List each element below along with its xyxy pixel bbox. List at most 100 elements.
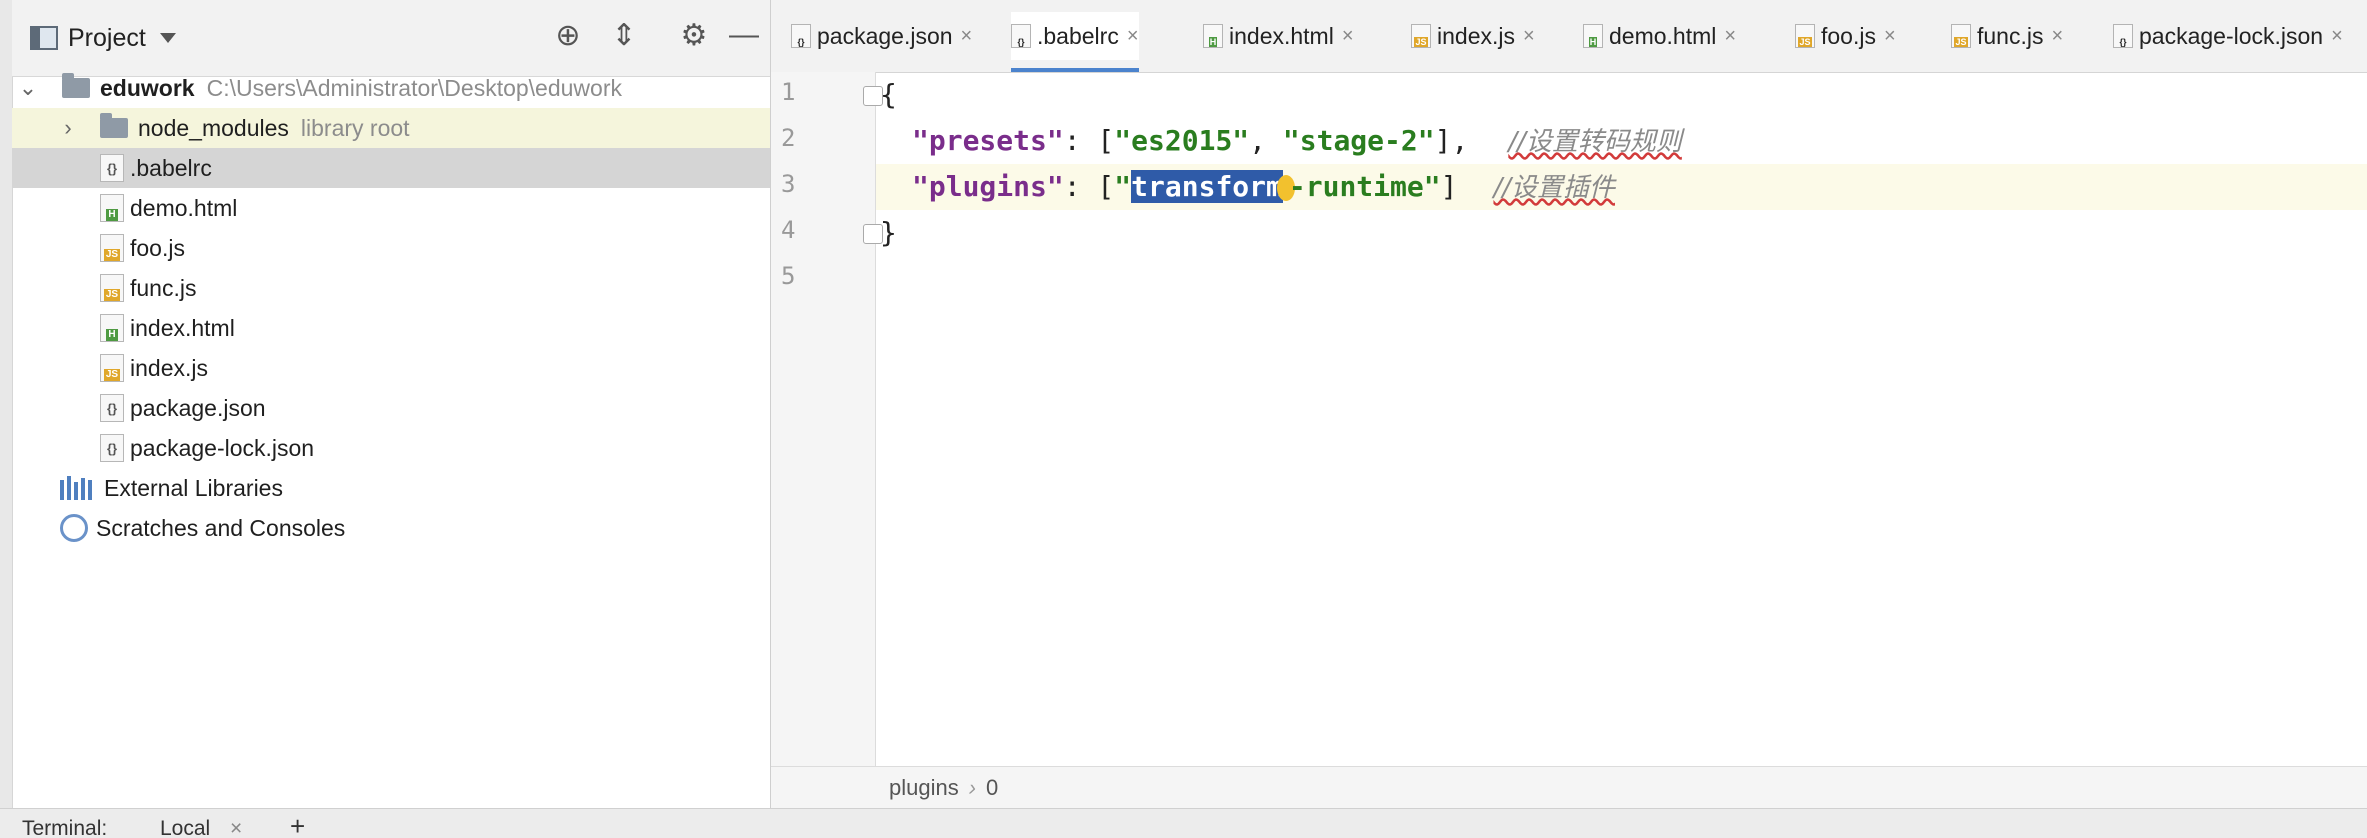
project-view-selector[interactable]: Project [30,20,176,56]
line-number: 1 [781,78,796,106]
tree-item-scratches[interactable]: Scratches and Consoles [12,508,770,548]
chevron-right-icon[interactable]: › [56,115,80,141]
line-number: 4 [781,216,796,244]
tree-root-eduwork[interactable]: ⌄ eduwork C:\Users\Administrator\Desktop… [12,68,770,108]
tree-item-demo-html[interactable]: H demo.html [12,188,770,228]
breadcrumb-item[interactable]: 0 [986,775,998,801]
json-file-icon: {} [2113,24,2133,48]
html-file-icon: H [100,314,124,342]
close-icon[interactable]: × [1523,25,1535,48]
punct: ], [1434,124,1469,157]
terminal-tool-bar: Terminal: Local × + [0,808,2367,838]
folder-icon [62,73,90,98]
project-panel: Project ⊕ ⇕ ⚙ — ⌄ eduwork C:\Users\Admin… [0,0,770,808]
chevron-down-icon[interactable]: ⌄ [16,75,40,101]
js-file-icon: JS [100,234,124,262]
close-icon[interactable]: × [1127,25,1139,48]
root-folder-name: eduwork [100,74,195,101]
close-icon[interactable]: × [230,817,242,838]
tab-label: package.json [817,22,953,49]
file-label: demo.html [130,194,238,221]
terminal-tab-local[interactable]: Local [160,817,210,838]
line-number: 2 [781,124,796,152]
html-file-icon: H [100,194,124,222]
js-file-icon: JS [100,274,124,302]
close-icon[interactable]: × [961,25,973,48]
tree-item-package-lock-json[interactable]: {} package-lock.json [12,428,770,468]
json-file-icon: {} [100,154,124,182]
minimize-icon[interactable]: — [724,18,764,52]
close-icon[interactable]: × [2331,25,2343,48]
project-title: Project [68,23,146,52]
json-key: "plugins" [912,170,1064,203]
add-terminal-icon[interactable]: + [290,811,305,838]
tab-label: package-lock.json [2139,22,2324,49]
brace-close: } [880,216,897,249]
line-number: 5 [781,262,796,290]
close-icon[interactable]: × [1724,25,1736,48]
code-editor[interactable]: { "presets": ["es2015", "stage-2"],//设置转… [876,72,2367,766]
tree-item-external-libraries[interactable]: External Libraries [12,468,770,508]
punct: : [ [1063,124,1115,157]
tree-item-func-js[interactable]: JS func.js [12,268,770,308]
tree-item-node-modules[interactable]: › node_modules library root [12,108,770,148]
tab-package-lock-json[interactable]: {} package-lock.json × [2113,12,2343,60]
code-line-4[interactable]: } [876,210,2367,256]
breadcrumb-separator: › [968,775,977,800]
punct: : [ [1063,170,1115,203]
tab-demo-html[interactable]: H demo.html × [1583,12,1736,60]
library-root-note: library root [300,114,410,141]
tab-label: foo.js [1821,22,1876,49]
chevron-down-icon[interactable] [159,33,176,43]
crosshair-icon[interactable]: ⊕ [548,18,588,53]
tab-index-js[interactable]: JS index.js × [1411,12,1535,60]
json-string: " [1114,170,1132,203]
close-icon[interactable]: × [2051,25,2063,48]
tab-index-html[interactable]: H index.html × [1203,12,1354,60]
gear-icon[interactable]: ⚙ [674,18,714,53]
project-panel-header: Project ⊕ ⇕ ⚙ — [12,0,770,77]
external-libraries-label: External Libraries [104,474,283,501]
tab-babelrc[interactable]: {} .babelrc × [1011,12,1139,72]
tree-item-babelrc[interactable]: {} .babelrc [12,148,770,188]
close-icon[interactable]: × [1342,25,1354,48]
html-file-icon: H [1203,24,1223,48]
json-string: "stage-2" [1282,124,1435,157]
tab-foo-js[interactable]: JS foo.js × [1795,12,1896,60]
tab-label: func.js [1977,22,2044,49]
breadcrumb-item[interactable]: plugins [889,775,959,801]
code-comment: //设置插件 [1493,173,1615,203]
tab-func-js[interactable]: JS func.js × [1951,12,2063,60]
tree-item-index-js[interactable]: JS index.js [12,348,770,388]
folder-icon [100,113,128,138]
project-window-icon [30,26,58,50]
js-file-icon: JS [1411,24,1431,48]
json-file-icon: {} [100,434,124,462]
tree-item-package-json[interactable]: {} package.json [12,388,770,428]
json-string: -runtime" [1288,170,1441,203]
code-line-2[interactable]: "presets": ["es2015", "stage-2"], //设置转码规… [876,118,2367,164]
json-file-icon: {} [791,24,811,48]
selected-text: transform [1131,170,1283,203]
tree-item-index-html[interactable]: H index.html [12,308,770,348]
file-label: index.html [130,314,235,341]
tree-item-foo-js[interactable]: JS foo.js [12,228,770,268]
punct: , [1249,124,1283,157]
breadcrumb: plugins › 0 [771,766,2367,809]
scratches-icon [60,514,88,542]
close-icon[interactable]: × [1884,25,1896,48]
code-line-3[interactable]: "plugins": ["transform -runtime"] //设置插件 [876,164,2367,210]
collapse-icon[interactable]: ⇕ [604,18,644,53]
punct: ] [1440,170,1458,203]
js-file-icon: JS [1951,24,1971,48]
file-label: package-lock.json [130,434,315,461]
tab-package-json[interactable]: {} package.json × [791,12,972,60]
html-file-icon: H [1583,24,1603,48]
file-label: .babelrc [130,154,212,181]
root-folder-path: C:\Users\Administrator\Desktop\eduwork [206,74,622,101]
editor-tab-bar: {} package.json × {} .babelrc × H index.… [771,0,2367,73]
tab-label: demo.html [1609,22,1717,49]
code-comment: //设置转码规则 [1508,127,1682,157]
code-line-1[interactable]: { [876,72,2367,118]
code-line-5[interactable] [876,256,2367,302]
